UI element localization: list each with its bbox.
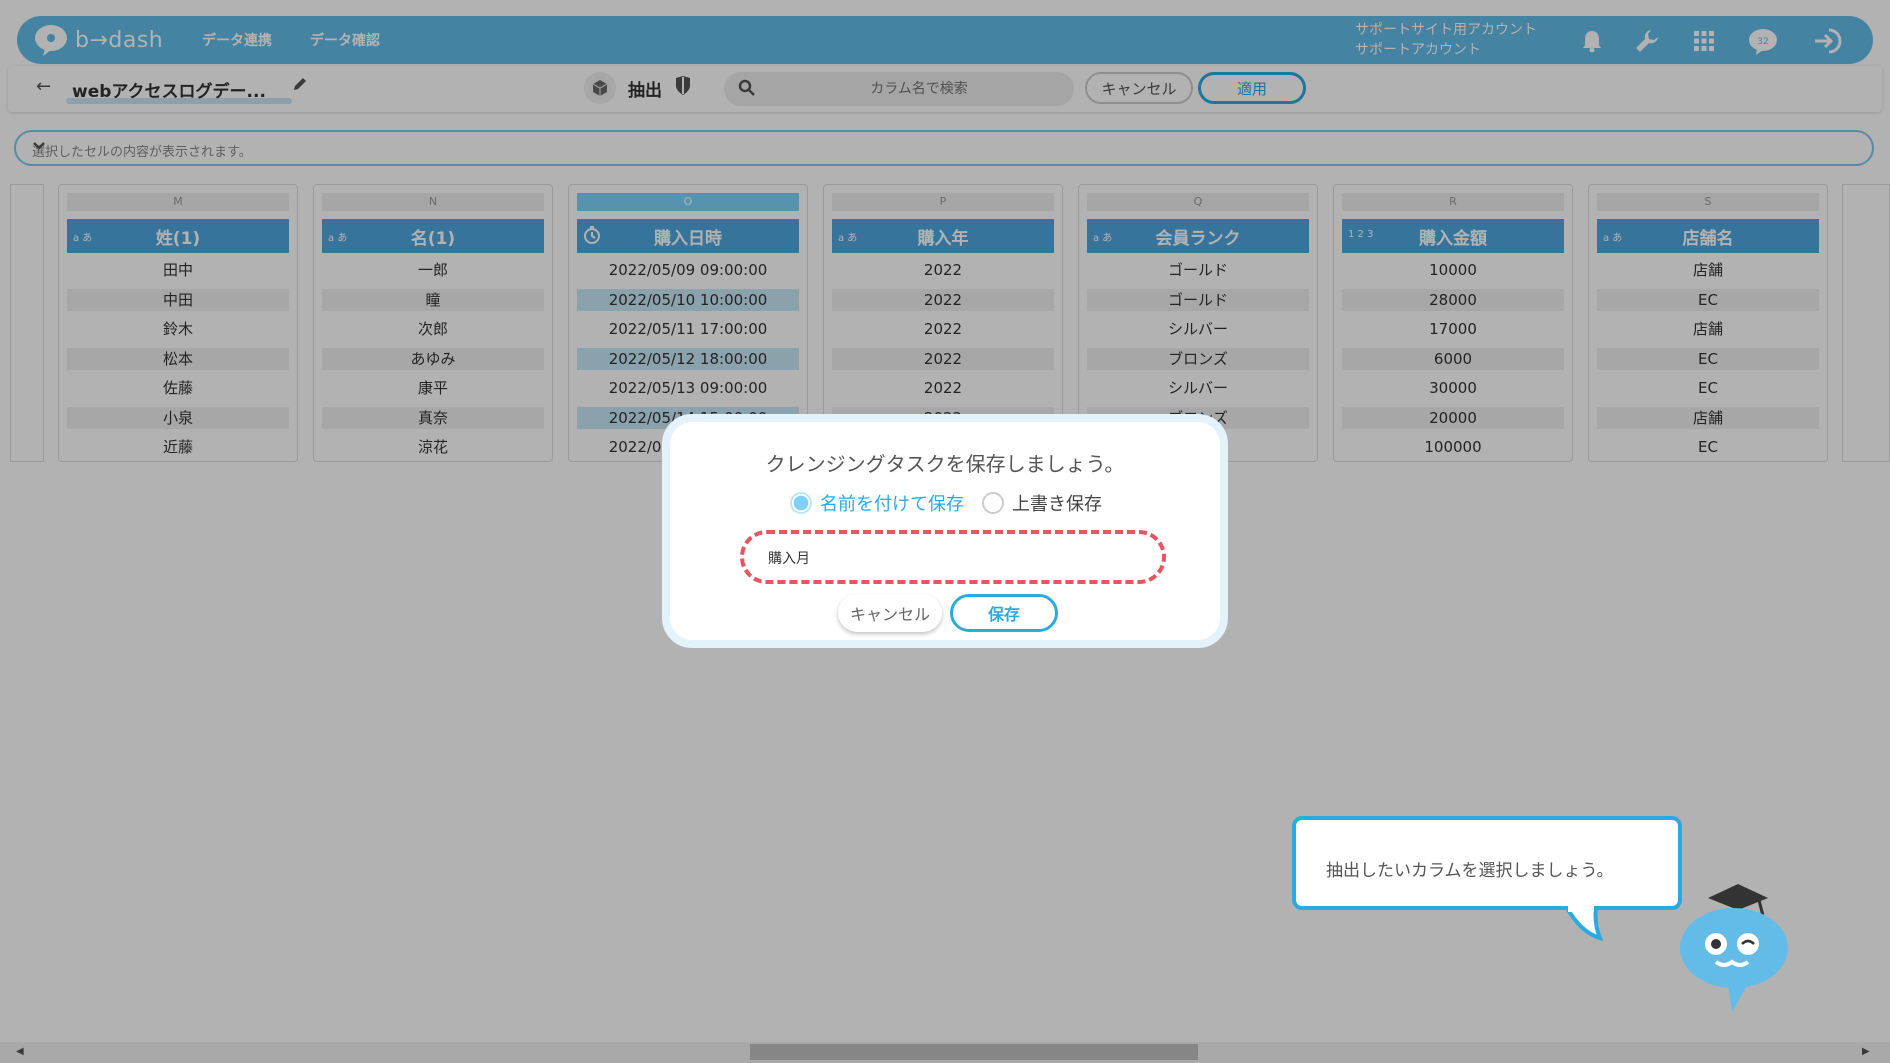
radio-save-as[interactable] <box>790 492 812 514</box>
save-mode-options: 名前を付けて保存 上書き保存 <box>790 490 1102 516</box>
guide-speech-bubble: 抽出したいカラムを選択しましょう。 <box>1292 816 1682 910</box>
mascot-character-icon <box>1680 884 1788 1012</box>
dialog-save-button[interactable]: 保存 <box>950 594 1058 632</box>
speech-bubble-tail <box>1564 906 1604 942</box>
dialog-title: クレンジングタスクを保存しましょう。 <box>765 452 1125 476</box>
guide-message: 抽出したいカラムを選択しましょう。 <box>1326 861 1614 881</box>
task-name-input[interactable] <box>768 547 1138 569</box>
save-as-label[interactable]: 名前を付けて保存 <box>820 490 964 516</box>
radio-overwrite[interactable] <box>982 492 1004 514</box>
task-name-field-highlight <box>740 530 1166 584</box>
save-task-dialog: クレンジングタスクを保存しましょう。 名前を付けて保存 上書き保存 キャンセル … <box>662 414 1228 648</box>
dialog-cancel-button[interactable]: キャンセル <box>838 594 942 632</box>
overwrite-label[interactable]: 上書き保存 <box>1012 490 1102 516</box>
